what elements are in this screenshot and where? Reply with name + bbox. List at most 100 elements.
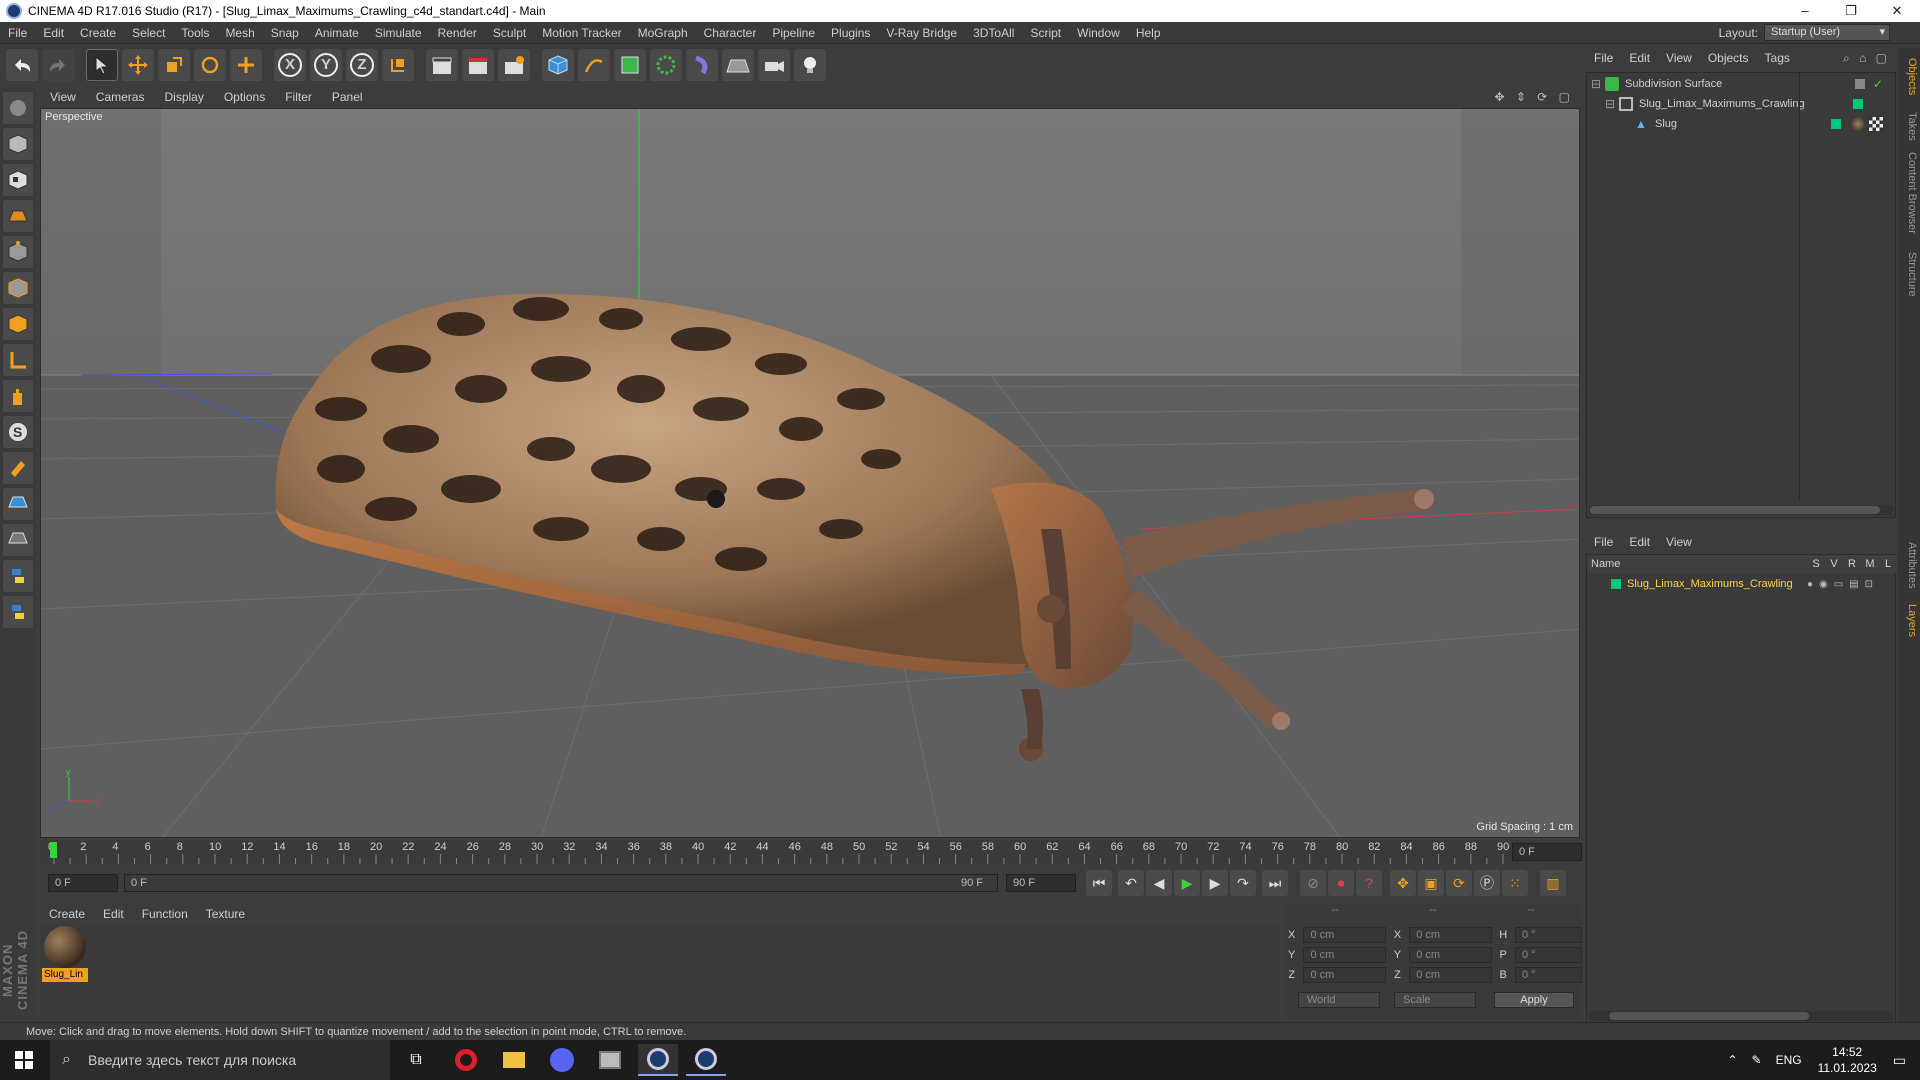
spline-pen-button[interactable] bbox=[578, 49, 610, 81]
snapping-button[interactable]: S bbox=[3, 416, 33, 448]
material-tag-icon[interactable] bbox=[1851, 117, 1865, 131]
play-button[interactable]: ▶ bbox=[1174, 870, 1200, 896]
taskbar-app[interactable] bbox=[590, 1044, 630, 1076]
key-pla-button[interactable]: ⁙ bbox=[1502, 870, 1528, 896]
viewport-menu-filter[interactable]: Filter bbox=[275, 90, 322, 104]
workplane-mode-button[interactable] bbox=[3, 200, 33, 232]
material-menu-texture[interactable]: Texture bbox=[197, 907, 254, 921]
viewport-menu-cameras[interactable]: Cameras bbox=[86, 90, 155, 104]
timeline-ruler[interactable]: 0246810121416182022242628303234363840424… bbox=[40, 840, 1580, 864]
restore-button[interactable]: ❐ bbox=[1828, 0, 1874, 22]
menu-file[interactable]: File bbox=[0, 26, 35, 40]
menu-select[interactable]: Select bbox=[124, 26, 173, 40]
taskbar-search-box[interactable]: ⌕ Введите здесь текст для поиска bbox=[50, 1040, 390, 1080]
enabled-check-icon[interactable]: ✓ bbox=[1873, 77, 1883, 91]
minimize-button[interactable]: – bbox=[1782, 0, 1828, 22]
axis-mode-button[interactable] bbox=[3, 344, 33, 376]
language-indicator[interactable]: ENG bbox=[1776, 1053, 1802, 1067]
rotate-tool-button[interactable] bbox=[194, 49, 226, 81]
key-position-button[interactable]: ✥ bbox=[1390, 870, 1416, 896]
menu-sculpt[interactable]: Sculpt bbox=[485, 26, 534, 40]
size-mode-dropdown[interactable]: Scale bbox=[1394, 992, 1476, 1008]
layer-color-icon[interactable] bbox=[1831, 119, 1841, 129]
menu-script[interactable]: Script bbox=[1022, 26, 1069, 40]
material-slot[interactable]: Slug_Lin bbox=[42, 926, 88, 984]
taskbar-explorer[interactable] bbox=[494, 1044, 534, 1076]
render-to-picture-viewer-button[interactable] bbox=[462, 49, 494, 81]
task-view-button[interactable]: ⧉ bbox=[396, 1044, 436, 1076]
perspective-viewport[interactable]: y x z Perspective Grid Spacing : 1 cm bbox=[40, 108, 1580, 838]
menu-animate[interactable]: Animate bbox=[307, 26, 367, 40]
position-y-field[interactable]: 0 cm bbox=[1303, 947, 1386, 963]
object-row-slug[interactable]: ▲ Slug bbox=[1587, 115, 1897, 133]
clock[interactable]: 14:52 11.01.2023 bbox=[1818, 1044, 1877, 1076]
collapse-icon[interactable]: ⊟ bbox=[1591, 77, 1605, 91]
tab-layers[interactable]: Layers bbox=[1900, 600, 1918, 641]
menu-render[interactable]: Render bbox=[430, 26, 485, 40]
python-script-button-1[interactable] bbox=[3, 560, 33, 592]
menu-mograph[interactable]: MoGraph bbox=[630, 26, 696, 40]
material-menu-create[interactable]: Create bbox=[40, 907, 94, 921]
z-axis-lock-button[interactable]: Z bbox=[346, 49, 378, 81]
apply-button[interactable]: Apply bbox=[1494, 992, 1574, 1008]
taskbar-opera[interactable] bbox=[446, 1044, 486, 1076]
object-menu-view[interactable]: View bbox=[1658, 51, 1700, 65]
subdivision-surface-button[interactable] bbox=[614, 49, 646, 81]
menu-help[interactable]: Help bbox=[1128, 26, 1169, 40]
material-menu-edit[interactable]: Edit bbox=[94, 907, 133, 921]
notifications-icon[interactable]: ▭ bbox=[1893, 1052, 1906, 1069]
viewport-camera-label[interactable]: Perspective bbox=[45, 111, 102, 123]
texture-mode-button[interactable] bbox=[3, 164, 33, 196]
object-menu-tags[interactable]: Tags bbox=[1757, 51, 1798, 65]
viewport-menu-view[interactable]: View bbox=[40, 90, 86, 104]
redo-button[interactable] bbox=[42, 49, 74, 81]
timeline-layout-button[interactable]: ▥ bbox=[1540, 870, 1566, 896]
go-to-start-button[interactable]: ⏮ bbox=[1086, 870, 1112, 896]
lock-workplane-button[interactable] bbox=[3, 488, 33, 520]
tab-takes[interactable]: Takes bbox=[1900, 108, 1918, 145]
key-scale-button[interactable]: ▣ bbox=[1418, 870, 1444, 896]
material-menu-function[interactable]: Function bbox=[133, 907, 197, 921]
layer-toggle-icons[interactable]: ●◉▭▤⊡ bbox=[1807, 579, 1897, 590]
object-row-subdivision[interactable]: ⊟ Subdivision Surface ✓ bbox=[1587, 75, 1897, 93]
record-keys-button[interactable]: ⊘ bbox=[1300, 870, 1326, 896]
deformer-button[interactable] bbox=[686, 49, 718, 81]
layer-color-icon[interactable] bbox=[1853, 99, 1863, 109]
tab-content-browser[interactable]: Content Browser bbox=[1900, 148, 1918, 238]
menu-edit[interactable]: Edit bbox=[35, 26, 72, 40]
tab-structure[interactable]: Structure bbox=[1900, 248, 1918, 301]
previous-key-button[interactable]: ↶ bbox=[1118, 870, 1144, 896]
layer-color-swatch[interactable] bbox=[1611, 579, 1621, 589]
render-settings-button[interactable] bbox=[498, 49, 530, 81]
playhead-marker[interactable] bbox=[50, 842, 57, 858]
key-rotation-button[interactable]: ⟳ bbox=[1446, 870, 1472, 896]
live-selection-button[interactable] bbox=[86, 49, 118, 81]
layer-row[interactable]: Slug_Limax_Maximums_Crawling ●◉▭▤⊡ bbox=[1587, 575, 1897, 593]
points-mode-button[interactable] bbox=[3, 236, 33, 268]
menu-vray-bridge[interactable]: V-Ray Bridge bbox=[878, 26, 965, 40]
menu-snap[interactable]: Snap bbox=[263, 26, 307, 40]
coordinate-mode-dropdown[interactable]: World bbox=[1298, 992, 1380, 1008]
size-x-field[interactable]: 0 cm bbox=[1409, 927, 1492, 943]
scale-tool-button[interactable] bbox=[158, 49, 190, 81]
size-y-field[interactable]: 0 cm bbox=[1409, 947, 1492, 963]
tray-chevron-up-icon[interactable]: ⌃ bbox=[1727, 1053, 1737, 1067]
polygons-mode-button[interactable] bbox=[3, 308, 33, 340]
layer-menu-view[interactable]: View bbox=[1658, 535, 1700, 549]
coordinate-system-button[interactable] bbox=[382, 49, 414, 81]
object-hscrollbar[interactable] bbox=[1589, 505, 1893, 515]
pen-icon[interactable]: ✎ bbox=[1752, 1053, 1762, 1067]
cloner-button[interactable] bbox=[650, 49, 682, 81]
object-menu-objects[interactable]: Objects bbox=[1700, 51, 1757, 65]
menu-simulate[interactable]: Simulate bbox=[367, 26, 430, 40]
object-row-null[interactable]: ⊟ Slug_Limax_Maximums_Crawling bbox=[1587, 95, 1897, 113]
keyframe-selection-button[interactable]: ? bbox=[1356, 870, 1382, 896]
position-z-field[interactable]: 0 cm bbox=[1303, 967, 1386, 983]
python-script-button-2[interactable] bbox=[3, 596, 33, 628]
rotation-p-field[interactable]: 0 ° bbox=[1514, 947, 1583, 963]
layer-menu-edit[interactable]: Edit bbox=[1621, 535, 1658, 549]
go-to-end-button[interactable]: ⏭ bbox=[1262, 870, 1288, 896]
key-parameter-button[interactable]: Ⓟ bbox=[1474, 870, 1500, 896]
layer-menu-file[interactable]: File bbox=[1586, 535, 1621, 549]
render-view-button[interactable] bbox=[426, 49, 458, 81]
